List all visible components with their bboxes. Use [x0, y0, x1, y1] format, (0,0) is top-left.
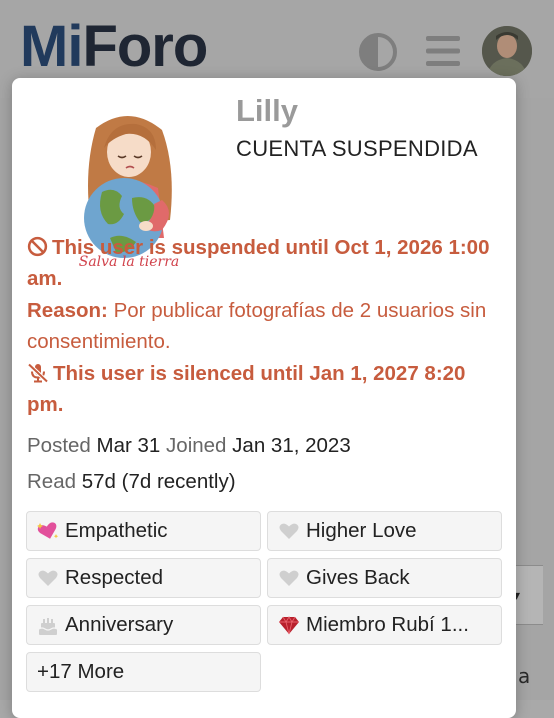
- silence-notice: This user is silenced until Jan 1, 2027 …: [27, 358, 507, 420]
- user-card: Salva la tierra Lilly CUENTA SUSPENDIDA …: [12, 78, 516, 718]
- joined-value: Jan 31, 2023: [232, 434, 351, 457]
- gem-icon: [279, 616, 299, 635]
- microphone-slash-icon: [27, 363, 49, 383]
- user-name[interactable]: Lilly: [236, 95, 298, 126]
- read-value: 57d (7d recently): [81, 470, 236, 493]
- badge-empathetic[interactable]: Empathetic: [26, 511, 261, 551]
- badge-label: Empathetic: [65, 519, 168, 542]
- badge-label: Gives Back: [306, 566, 410, 589]
- heart-icon: [279, 570, 299, 586]
- hamburger-icon[interactable]: [424, 34, 462, 68]
- posted-value[interactable]: Mar 31: [97, 434, 161, 457]
- joined-label: Joined: [166, 434, 227, 457]
- user-title: CUENTA SUSPENDIDA: [236, 136, 478, 161]
- logo-suffix: Foro: [82, 14, 208, 79]
- posted-label: Posted: [27, 434, 91, 457]
- suspension-reason: Reason: Por publicar fotografías de 2 us…: [27, 295, 507, 357]
- avatar-photo: [482, 26, 532, 76]
- site-logo[interactable]: MiForo: [20, 18, 208, 76]
- background-text: a: [518, 664, 531, 688]
- badge-label: Higher Love: [306, 519, 417, 542]
- more-badges-button[interactable]: +17 More: [26, 652, 261, 692]
- user-activity-dates: Posted Mar 31 Joined Jan 31, 2023: [27, 434, 351, 458]
- badge-gives-back[interactable]: Gives Back: [267, 558, 502, 598]
- badge-anniversary[interactable]: Anniversary: [26, 605, 261, 645]
- heart-icon: [279, 523, 299, 539]
- ban-icon: [27, 236, 48, 257]
- half-circle-icon[interactable]: [358, 32, 398, 72]
- badge-label: Respected: [65, 566, 164, 589]
- suspension-text: This user is suspended until Oct 1, 2026…: [27, 236, 490, 290]
- user-read-time: Read 57d (7d recently): [27, 470, 236, 494]
- more-badges-label: +17 More: [37, 660, 125, 683]
- current-user-avatar[interactable]: [482, 26, 532, 76]
- heart-icon: [38, 570, 58, 586]
- badge-miembro-rubi[interactable]: Miembro Rubí 1...: [267, 605, 502, 645]
- logo-prefix: Mi: [20, 14, 83, 79]
- badge-label: Anniversary: [65, 613, 174, 636]
- badge-label: Miembro Rubí 1...: [306, 613, 469, 636]
- badge-higher-love[interactable]: Higher Love: [267, 511, 502, 551]
- silence-text: This user is silenced until Jan 1, 2027 …: [27, 362, 466, 416]
- suspension-notice: This user is suspended until Oct 1, 2026…: [27, 232, 507, 294]
- reason-label: Reason:: [27, 299, 108, 322]
- cake-icon: [38, 618, 58, 635]
- badge-respected[interactable]: Respected: [26, 558, 261, 598]
- sparkling-heart-icon: [37, 522, 59, 539]
- read-label: Read: [27, 470, 77, 493]
